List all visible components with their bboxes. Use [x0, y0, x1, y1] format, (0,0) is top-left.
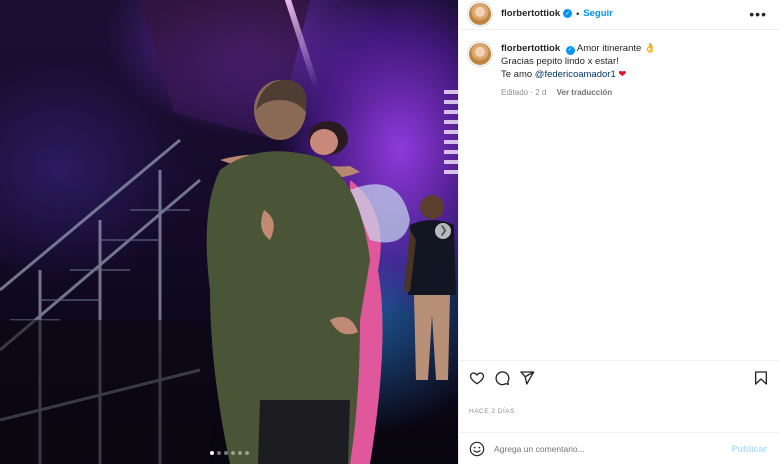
- header-separator: •: [576, 8, 580, 19]
- comment-bar: Publicar: [459, 432, 779, 464]
- comment-input[interactable]: [494, 443, 732, 454]
- verified-badge-icon: ✓: [563, 9, 573, 18]
- see-translation-link[interactable]: Ver traducción: [557, 88, 613, 97]
- comments-area: [459, 99, 779, 360]
- heart-icon[interactable]: [469, 370, 485, 386]
- carousel-dot: [237, 451, 242, 455]
- staircase-railing: [0, 138, 210, 464]
- post-side-panel: florbertottiok ✓ • Seguir ••• florbertot…: [458, 0, 779, 464]
- follow-button[interactable]: Seguir: [583, 8, 613, 19]
- pinched-hand-emoji-icon: 👌: [643, 43, 656, 54]
- carousel-dot: [223, 451, 228, 455]
- caption-line-1: Amor itinerante: [576, 43, 642, 54]
- caption-avatar[interactable]: [468, 42, 492, 66]
- caption-line-3: Te amo: [501, 69, 533, 80]
- emoji-icon[interactable]: [469, 441, 485, 457]
- chevron-right-icon: ❯: [439, 225, 448, 236]
- post-date[interactable]: HACE 2 DÍAS: [459, 394, 779, 432]
- post-caption: florbertottiok ✓ Amor itinerante 👌 Graci…: [459, 32, 779, 99]
- share-icon[interactable]: [519, 370, 535, 386]
- username[interactable]: florbertottiok: [501, 8, 560, 19]
- carousel-dot: [244, 451, 249, 455]
- carousel-dot: [216, 451, 221, 455]
- carousel-dot: [230, 451, 235, 455]
- verified-badge-icon: ✓: [565, 45, 575, 55]
- carousel-dot: [209, 451, 214, 455]
- publish-button[interactable]: Publicar: [731, 444, 767, 454]
- post-header: florbertottiok ✓ • Seguir •••: [459, 0, 779, 30]
- more-options-icon[interactable]: •••: [749, 7, 767, 21]
- red-heart-emoji-icon: ❤: [618, 69, 627, 80]
- caption-line-2: Gracias pepito lindo x estar!: [501, 56, 619, 67]
- carousel-next-button[interactable]: ❯: [435, 223, 451, 239]
- instagram-post: ❯ florbertottiok ✓ • Seguir ••• florbert…: [0, 0, 779, 464]
- stage-truss: [444, 90, 458, 180]
- bookmark-icon[interactable]: [753, 370, 769, 386]
- post-photo[interactable]: ❯: [0, 0, 458, 464]
- carousel-indicator: [0, 451, 458, 455]
- caption-text: florbertottiok ✓ Amor itinerante 👌 Graci…: [501, 42, 656, 99]
- post-actions: [459, 360, 779, 394]
- avatar[interactable]: [468, 1, 492, 26]
- caption-meta: Editado · 2 d Ver traducción: [501, 86, 656, 99]
- caption-username[interactable]: florbertottiok: [501, 43, 560, 54]
- comment-icon[interactable]: [494, 370, 510, 386]
- couple-embracing: [206, 79, 410, 464]
- edited-label: Editado · 2 d: [501, 88, 547, 97]
- mention-link[interactable]: @federicoamador1: [535, 69, 616, 80]
